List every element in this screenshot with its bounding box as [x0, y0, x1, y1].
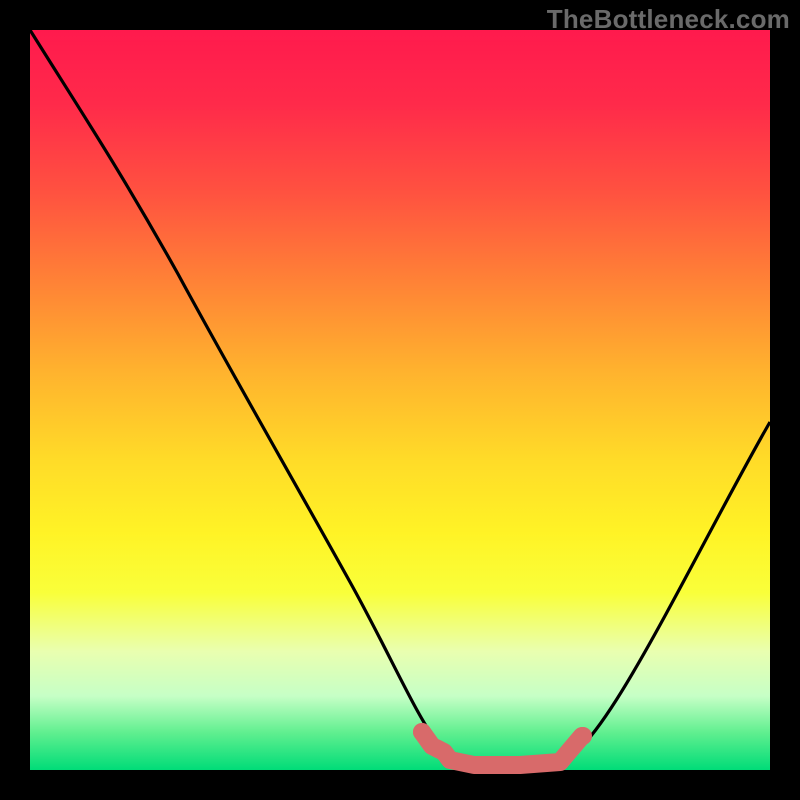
- chart-frame: TheBottleneck.com: [0, 0, 800, 800]
- plot-area: [30, 30, 770, 770]
- curve-line: [30, 30, 770, 766]
- highlight-dot: [413, 723, 431, 741]
- highlight-dot: [574, 727, 592, 745]
- chart-svg: [30, 30, 770, 770]
- highlight-dot: [429, 740, 447, 758]
